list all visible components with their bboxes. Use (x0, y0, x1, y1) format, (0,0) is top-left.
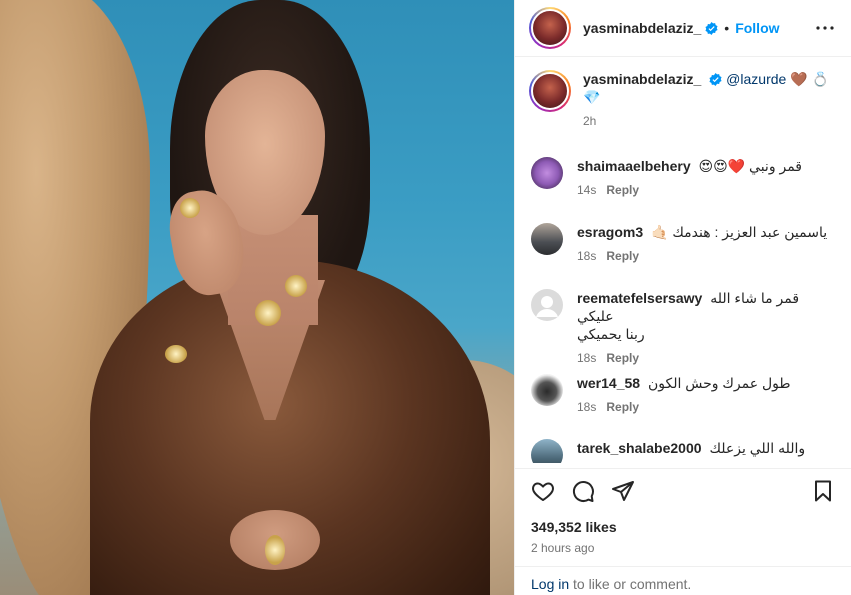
bookmark-icon[interactable] (809, 477, 837, 505)
comment-meta: 18s Reply (577, 351, 837, 365)
commenter-username[interactable]: shaimaaelbehery (577, 158, 691, 174)
bracelet-jewel (165, 345, 187, 363)
caption-text: yasminabdelaziz_ @lazurde 🤎 💍 💎 (583, 70, 837, 106)
comment-text: esragom3 ياسمين عبد العزيز : هندمك 🤙🏻 (577, 223, 837, 241)
post-header: yasminabdelaziz_ • Follow (515, 0, 851, 57)
reply-button[interactable]: Reply (606, 249, 639, 263)
login-footer: Log in to like or comment. (515, 566, 851, 595)
action-bar (515, 468, 851, 512)
comment-body: shaimaaelbehery قمر ونبي ❤️😍😍 14s Reply (577, 157, 837, 197)
comment-time: 18s (577, 351, 597, 365)
avatar-image (531, 9, 569, 47)
caption: yasminabdelaziz_ @lazurde 🤎 💍 💎 2h (529, 58, 837, 148)
paper-plane-icon[interactable] (609, 477, 637, 505)
comment-body: reematefelsersawy قمر ما شاء الله عليكي ر… (577, 289, 837, 365)
post-timestamp: 2 hours ago (531, 541, 595, 555)
heart-icon[interactable] (529, 477, 557, 505)
commenter-username[interactable]: esragom3 (577, 224, 643, 240)
caption-time: 2h (583, 114, 597, 128)
verified-badge-icon (709, 73, 722, 86)
likes-count[interactable]: 349,352 likes (531, 519, 617, 535)
reply-button[interactable]: Reply (606, 400, 639, 414)
caption-meta: 2h (583, 114, 837, 128)
comment-content: قمر ونبي ❤️😍😍 (698, 158, 802, 174)
caption-emoji-diamond: 💎 (583, 89, 601, 105)
comments-section[interactable]: yasminabdelaziz_ @lazurde 🤎 💍 💎 2h shaim… (515, 58, 851, 463)
caption-avatar[interactable] (529, 70, 571, 112)
comment-body: esragom3 ياسمين عبد العزيز : هندمك 🤙🏻 18… (577, 223, 837, 263)
caption-body: yasminabdelaziz_ @lazurde 🤎 💍 💎 2h (583, 70, 837, 128)
commenter-avatar[interactable] (531, 439, 563, 463)
comment-item: tarek_shalabe2000 والله اللي يزعلك (529, 439, 837, 463)
bracelet-jewel (265, 535, 285, 565)
comment-meta: 18s Reply (577, 400, 837, 414)
instagram-post: yasminabdelaziz_ • Follow yasminabdelazi… (0, 0, 851, 595)
comment-content: طول عمرك وحش الكون (647, 375, 791, 391)
comment-text: wer14_58 طول عمرك وحش الكون (577, 374, 837, 392)
separator-dot: • (724, 20, 730, 36)
caption-emojis: 🤎 💍 (786, 71, 829, 87)
commenter-avatar[interactable] (531, 374, 563, 406)
comment-content-line2: ربنا يحميكي (577, 326, 645, 342)
comment-body: tarek_shalabe2000 والله اللي يزعلك (577, 439, 837, 457)
comment-text: shaimaaelbehery قمر ونبي ❤️😍😍 (577, 157, 837, 175)
comment-item: wer14_58 طول عمرك وحش الكون 18s Reply (529, 374, 837, 414)
more-options-icon[interactable] (813, 16, 837, 40)
post-panel: yasminabdelaziz_ • Follow yasminabdelazi… (514, 0, 851, 595)
verified-badge-icon (705, 21, 718, 35)
follow-button[interactable]: Follow (735, 20, 779, 36)
commenter-avatar[interactable] (531, 157, 563, 189)
comment-text: reematefelsersawy قمر ما شاء الله عليكي ر… (577, 289, 837, 343)
avatar-image (531, 72, 569, 110)
author-username[interactable]: yasminabdelaziz_ (583, 20, 701, 36)
comment-item: shaimaaelbehery قمر ونبي ❤️😍😍 14s Reply (529, 157, 837, 197)
comment-body: wer14_58 طول عمرك وحش الكون 18s Reply (577, 374, 837, 414)
comment-content: والله اللي يزعلك (709, 440, 806, 456)
commenter-username[interactable]: tarek_shalabe2000 (577, 440, 702, 456)
necklace-jewel (285, 275, 307, 297)
necklace-jewel (255, 300, 281, 326)
reply-button[interactable]: Reply (606, 351, 639, 365)
comment-item: reematefelsersawy قمر ما شاء الله عليكي ر… (529, 289, 837, 365)
ring-jewel (180, 198, 200, 218)
comment-item: esragom3 ياسمين عبد العزيز : هندمك 🤙🏻 18… (529, 223, 837, 263)
post-image[interactable] (0, 0, 514, 595)
caption-username[interactable]: yasminabdelaziz_ (583, 71, 701, 87)
login-link[interactable]: Log in (531, 576, 569, 592)
comment-content: ياسمين عبد العزيز : هندمك 🤙🏻 (651, 224, 828, 240)
login-prompt: to like or comment. (569, 576, 692, 592)
comment-time: 18s (577, 249, 597, 263)
comment-meta: 18s Reply (577, 249, 837, 263)
author-avatar[interactable] (529, 7, 571, 49)
commenter-avatar[interactable] (531, 223, 563, 255)
comment-icon[interactable] (569, 477, 597, 505)
comment-time: 14s (577, 183, 597, 197)
reply-button[interactable]: Reply (606, 183, 639, 197)
mention-link[interactable]: @lazurde (726, 71, 786, 87)
comment-text: tarek_shalabe2000 والله اللي يزعلك (577, 439, 837, 457)
default-avatar-icon[interactable] (531, 289, 563, 321)
commenter-username[interactable]: wer14_58 (577, 375, 640, 391)
commenter-username[interactable]: reematefelsersawy (577, 290, 702, 306)
comment-meta: 14s Reply (577, 183, 837, 197)
comment-time: 18s (577, 400, 597, 414)
